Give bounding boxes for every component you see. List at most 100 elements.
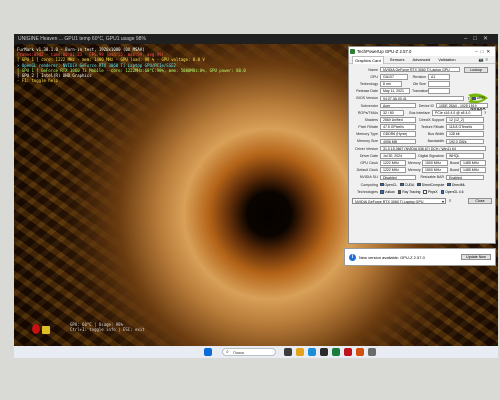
label-subvendor: Subvendor <box>360 103 378 108</box>
row-sli: NVIDIA SLI Disabled Resizable BAR Enable… <box>352 174 492 181</box>
field-revision: A1 <box>428 73 450 80</box>
app-icon-red[interactable] <box>344 348 352 356</box>
checkbox-cuda: CUDA <box>400 183 414 187</box>
row-name: Name NVIDIA GeForce RTX 3060 Ti Laptop G… <box>352 66 492 73</box>
app-icon-orange[interactable] <box>356 348 364 356</box>
xbox-icon[interactable] <box>332 348 340 356</box>
label-driver-version: Driver Version <box>355 146 378 151</box>
label-bus-width: Bus Width <box>428 132 444 137</box>
row-subvendor: Subvendor Acer Device ID 10DE 25A0 - 102… <box>352 102 492 109</box>
label-technology: Technology <box>359 81 378 86</box>
gpuz-window: TechPowerUp GPU-Z 2.57.0 –□✕ Graphics Ca… <box>348 46 496 244</box>
directml-label: DirectML <box>451 182 466 187</box>
field-gpu-clock: 1222 MHz <box>380 160 406 166</box>
row-driver-date: Driver Date Jul 30, 2024 Digital Signatu… <box>352 152 492 159</box>
app-icon-gray[interactable] <box>368 348 376 356</box>
label-pixel-fillrate: Pixel Fillrate <box>358 125 378 130</box>
label-bandwidth: Bandwidth <box>427 139 444 144</box>
gpuz-tabs: Graphics Card Sensors Advanced Validatio… <box>349 55 495 64</box>
field-die-size <box>428 81 450 87</box>
gpu-select-dropdown[interactable]: NVIDIA GeForce RTX 3060 Ti Laptop GPU <box>352 197 446 205</box>
uefi-label: UEFI <box>476 96 485 101</box>
osd-overlay: FurMark v1.38.1.0 - Burn-in test, 1920x1… <box>17 47 246 83</box>
row-driver-version: Driver Version 31.0.15.3667 (NVIDIA 536.… <box>352 145 492 152</box>
label-bios: BIOS Version <box>356 96 378 101</box>
checkbox-vulkan: Vulkan <box>380 190 395 194</box>
gpuz-window-controls[interactable]: –□✕ <box>475 47 493 56</box>
start-button-icon[interactable] <box>204 348 212 356</box>
field-default-memory: 1500 MHz <box>422 167 448 174</box>
opencl-label: OpenCL <box>384 182 398 187</box>
gpuz-title-bar[interactable]: TechPowerUp GPU-Z 2.57.0 –□✕ <box>349 47 495 56</box>
update-notification: i New version available: GPU-Z 2.57.0 Up… <box>344 248 496 266</box>
row-rops: ROPs/TMUs 32 / 80 Bus Interface PCIe x16… <box>352 109 492 116</box>
field-driver-date: Jul 30, 2024 <box>380 153 416 159</box>
taskbar-search[interactable]: ⌕ Поиск <box>222 348 276 356</box>
task-view-icon[interactable] <box>284 348 292 356</box>
checkbox-directcompute: DirectCompute <box>417 183 444 187</box>
label-shaders: Shaders <box>364 117 378 122</box>
field-default-clock: 1222 MHz <box>380 167 406 174</box>
update-now-button[interactable]: Update Now <box>461 254 491 260</box>
notification-message: New version available: GPU-Z 2.57.0 <box>359 255 425 260</box>
close-button[interactable]: Close <box>468 197 492 204</box>
label-release-date: Release Date <box>356 89 378 94</box>
checkbox-opencl: OpenCL <box>380 183 397 187</box>
label-default-boost: Boost <box>450 168 459 173</box>
field-pixel-fillrate: 47.5 GPixel/s <box>380 124 416 130</box>
tab-advanced[interactable]: Advanced <box>410 56 432 63</box>
label-resizable-bar: Resizable BAR <box>420 175 444 180</box>
field-resizable-bar: Enabled <box>446 174 484 181</box>
search-placeholder: Поиск <box>233 350 245 355</box>
field-rops: 32 / 80 <box>380 109 404 116</box>
bottom-osd: GPU: 60°C | Usage: 98% Ctrl+I: toggle in… <box>70 322 145 332</box>
row-memory-size: Memory Size 4096 MB Bandwidth 192.0 GB/s <box>352 138 492 145</box>
tab-validation[interactable]: Validation <box>436 56 457 63</box>
tab-graphics-card[interactable]: Graphics Card <box>352 55 384 64</box>
field-gpu: GA107 <box>380 73 408 80</box>
app-title: UNIGINE Heaven ... GPU1 temp 60°C, GPU1 … <box>18 36 146 42</box>
label-driver-date: Driver Date <box>359 153 378 158</box>
row-gpu-clock: GPU Clock 1222 MHz Memory 1500 MHz Boost… <box>352 159 492 166</box>
gpuz-app-icon <box>350 49 355 54</box>
label-device-id: Device ID <box>418 103 434 108</box>
row-bios: BIOS Version 94.07.3A.00.41 ⇪ UEFI <box>352 95 492 102</box>
label-directx: DirectX Support <box>419 117 444 122</box>
row-gpu: GPU GA107 Revision A1 <box>352 73 492 80</box>
label-gpu: GPU <box>370 74 378 79</box>
cuda-label: CUDA <box>404 182 415 187</box>
checkbox-directml: DirectML <box>447 183 465 187</box>
field-texture-fillrate: 118.8 GTexel/s <box>446 124 484 130</box>
field-shaders: 2560 Unified <box>380 117 416 123</box>
share-icon[interactable]: ⇪ <box>467 96 470 101</box>
bottom-osd-line: Ctrl+I: toggle info | ESC: exit <box>70 327 145 332</box>
photo-frame: UNIGINE Heaven ... GPU1 temp 60°C, GPU1 … <box>0 0 500 400</box>
field-technology: 8 nm <box>380 81 402 87</box>
field-bios: 94.07.3A.00.41 <box>380 95 464 102</box>
raytracing-label: Ray Tracing <box>402 189 421 194</box>
field-release-date: May 11, 2021 <box>380 88 410 94</box>
label-rops: ROPs/TMUs <box>357 110 378 115</box>
label-name: Name <box>368 67 378 72</box>
menu-icon[interactable]: ≡ <box>449 198 451 203</box>
field-transistors <box>428 88 450 94</box>
label-memory-type: Memory Type <box>356 132 378 137</box>
osd-line: - F1: toggle help <box>17 78 58 84</box>
help-icon[interactable]: ? <box>484 110 486 115</box>
file-explorer-icon[interactable] <box>296 348 304 356</box>
toolbar-icons[interactable]: 📷≡ <box>477 56 492 63</box>
field-sli: Disabled <box>380 174 416 181</box>
label-memory-clock: Memory <box>408 161 421 166</box>
label-technologies: Technologies <box>357 189 378 194</box>
field-memory-clock: 1500 MHz <box>422 160 448 166</box>
tab-sensors[interactable]: Sensors <box>388 56 407 63</box>
window-controls[interactable]: –□✕ <box>464 34 494 44</box>
windows-taskbar: ⌕ Поиск <box>14 346 498 358</box>
lookup-button[interactable]: Lookup <box>464 66 488 73</box>
gpuz-body: NVIDIA Name NVIDIA GeForce RTX 3060 Ti L… <box>349 64 495 207</box>
field-bandwidth: 192.0 GB/s <box>446 138 484 145</box>
label-memory-size: Memory Size <box>357 139 378 144</box>
store-icon[interactable] <box>320 348 328 356</box>
field-bus-interface: PCIe x16 4.0 @ x8 4.0 <box>432 109 482 116</box>
edge-icon[interactable] <box>308 348 316 356</box>
